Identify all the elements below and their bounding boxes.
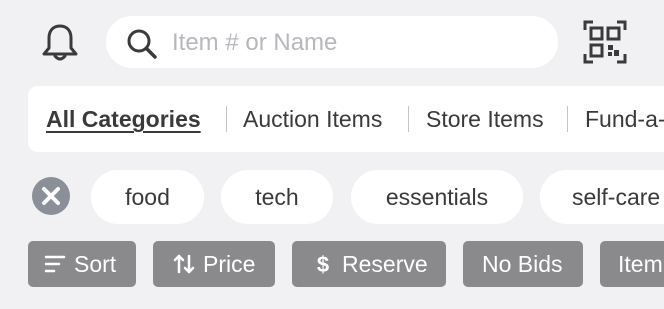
- tab-auction-items[interactable]: Auction Items: [243, 86, 382, 152]
- tag-chip-self-care[interactable]: self-care: [540, 170, 664, 224]
- sort-icon: [44, 253, 66, 275]
- reserve-label: Reserve: [342, 250, 428, 277]
- search-icon: [124, 26, 160, 62]
- price-label: Price: [203, 250, 256, 277]
- sort-label: Sort: [74, 250, 117, 277]
- search-bar[interactable]: [106, 16, 558, 70]
- tag-chip-food[interactable]: food: [91, 170, 204, 224]
- svg-text:$: $: [317, 253, 329, 275]
- tab-all-categories[interactable]: All Categories: [46, 86, 201, 152]
- tab-fund-a-need[interactable]: Fund-a-: [585, 86, 664, 152]
- bell-icon[interactable]: [40, 20, 80, 64]
- reserve-filter-button[interactable]: $ Reserve: [292, 241, 446, 287]
- sort-button[interactable]: Sort: [28, 241, 136, 287]
- tab-divider: [567, 106, 568, 132]
- qr-code-icon[interactable]: [583, 20, 627, 64]
- category-tabs: All Categories Auction Items Store Items…: [28, 86, 664, 152]
- no-bids-label: No Bids: [482, 250, 563, 277]
- tab-divider: [408, 106, 409, 132]
- no-bids-filter-button[interactable]: No Bids: [463, 241, 583, 287]
- price-filter-button[interactable]: Price: [153, 241, 275, 287]
- clear-tags-icon[interactable]: [32, 177, 70, 215]
- tab-store-items[interactable]: Store Items: [426, 86, 544, 152]
- tab-divider: [226, 106, 227, 132]
- item-label: Item: [618, 250, 663, 277]
- dollar-icon: $: [312, 253, 334, 275]
- search-input[interactable]: [170, 16, 544, 70]
- tag-chip-tech[interactable]: tech: [221, 170, 333, 224]
- item-filter-button[interactable]: Item: [600, 241, 664, 287]
- up-down-arrows-icon: [173, 253, 195, 275]
- tag-chip-essentials[interactable]: essentials: [351, 170, 523, 224]
